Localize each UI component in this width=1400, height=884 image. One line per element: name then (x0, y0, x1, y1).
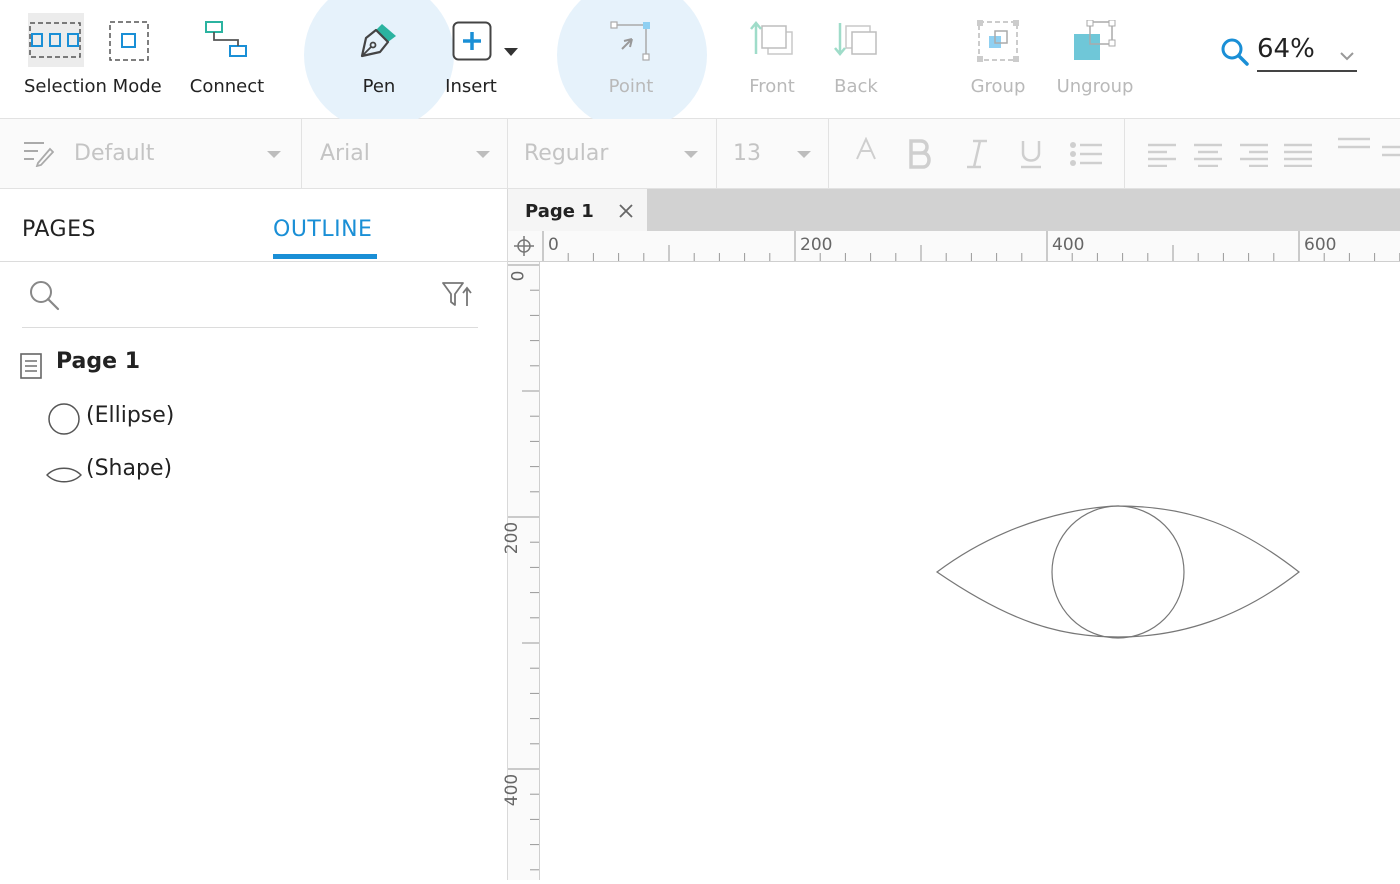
tab-outline-underline (273, 254, 377, 259)
font-chevron-down-icon (476, 151, 490, 158)
filter-sort-icon[interactable] (442, 281, 474, 313)
tab-outline[interactable]: OUTLINE (273, 217, 372, 242)
insert-dropdown-caret-icon[interactable] (504, 48, 518, 56)
selection-mode-button[interactable]: Selection Mode (14, 0, 174, 118)
zoom-field[interactable]: 64% (1257, 34, 1357, 72)
font-color-icon[interactable] (855, 136, 877, 167)
point-button[interactable]: Point (592, 0, 670, 118)
ruler-h-label: 0 (548, 235, 559, 255)
text-format-group (829, 119, 1125, 188)
ruler-h-label: 600 (1304, 235, 1337, 255)
selection-mode-label: Selection Mode (24, 76, 162, 97)
ruler-v-label: 400 (502, 773, 523, 807)
bring-to-front-icon (750, 20, 796, 64)
ruler-v-label-wrap: 400 (496, 774, 546, 806)
ungroup-button[interactable]: Ungroup (1052, 0, 1138, 118)
send-to-back-icon (834, 20, 880, 64)
pen-label: Pen (362, 76, 396, 97)
font-select-value: Arial (320, 141, 370, 166)
shape-icon (46, 464, 82, 489)
insert-icon (452, 21, 492, 65)
ellipse-icon (47, 403, 81, 443)
tab-divider (0, 261, 507, 262)
page-tab[interactable]: Page 1 (508, 189, 647, 231)
alignment-group (1125, 119, 1400, 188)
weight-select[interactable]: Regular (508, 119, 717, 188)
align-middle-icon[interactable] (1381, 145, 1400, 165)
bullet-list-icon[interactable] (1069, 141, 1103, 171)
insert-label: Insert (445, 76, 497, 97)
point-label: Point (608, 76, 654, 97)
ungroup-label: Ungroup (1056, 76, 1134, 97)
text-style-icon (22, 139, 55, 171)
eye-ellipse[interactable] (1051, 505, 1185, 639)
group-button[interactable]: Group (962, 0, 1034, 118)
italic-icon[interactable] (965, 139, 989, 173)
ruler-v-label: 200 (502, 521, 523, 555)
pen-button[interactable]: Pen (340, 0, 418, 118)
underline-icon[interactable] (1019, 139, 1043, 173)
back-label: Back (834, 76, 878, 97)
left-panel: PAGES OUTLINE Page 1 (Ellipse) (Shape) (0, 189, 508, 880)
ruler-v-label-wrap: 200 (496, 522, 546, 554)
format-bar: Default Arial Regular 13 (0, 119, 1400, 189)
font-size-value: 13 (733, 141, 761, 166)
connect-icon (204, 20, 248, 64)
insert-button[interactable]: Insert (436, 0, 518, 118)
eye-shape[interactable] (935, 505, 1300, 638)
pen-icon (356, 20, 400, 66)
horizontal-ruler: 0 200 400 600 (540, 231, 1400, 262)
group-icon (977, 20, 1019, 66)
point-icon (610, 21, 652, 67)
connect-button[interactable]: Connect (188, 0, 266, 118)
page-icon (20, 353, 42, 385)
font-select[interactable]: Arial (302, 119, 508, 188)
close-icon[interactable] (619, 203, 633, 222)
back-button[interactable]: Back (826, 0, 886, 118)
ungroup-icon (1072, 19, 1116, 66)
front-button[interactable]: Front (740, 0, 804, 118)
connect-label: Connect (189, 76, 265, 97)
align-right-icon[interactable] (1239, 143, 1269, 171)
search-icon (28, 279, 60, 315)
style-select[interactable]: Default (0, 119, 302, 188)
zoom-value: 64% (1257, 34, 1315, 64)
zoom-search-icon[interactable] (1220, 37, 1250, 71)
weight-select-value: Regular (524, 141, 609, 166)
page-tab-label: Page 1 (525, 201, 594, 222)
style-select-value: Default (74, 141, 155, 166)
ruler-origin[interactable] (508, 231, 541, 262)
horizontal-ruler-ticks (542, 231, 1400, 261)
group-label: Group (970, 76, 1026, 97)
tab-pages[interactable]: PAGES (22, 217, 96, 242)
crosshair-icon (513, 235, 535, 261)
ruler-h-label: 200 (800, 235, 833, 255)
canvas-drawing (935, 505, 1300, 639)
style-chevron-down-icon (267, 151, 281, 158)
design-canvas[interactable] (540, 262, 1400, 880)
selection-mode-icon (28, 13, 84, 67)
font-size-chevron-down-icon (797, 151, 811, 158)
ruler-v-label-wrap: 0 (508, 264, 535, 288)
tree-item-label: Page 1 (56, 349, 141, 374)
align-left-icon[interactable] (1147, 143, 1177, 171)
tree-item-label: (Ellipse) (86, 403, 175, 428)
single-select-icon[interactable] (108, 20, 150, 66)
front-label: Front (749, 76, 795, 97)
ruler-h-label: 400 (1052, 235, 1085, 255)
outline-search[interactable] (22, 277, 478, 328)
align-top-icon[interactable] (1337, 137, 1371, 157)
weight-chevron-down-icon (684, 151, 698, 158)
bold-icon[interactable] (907, 139, 933, 173)
main-toolbar: Selection Mode Connect Pen Insert Point … (0, 0, 1400, 130)
align-center-icon[interactable] (1193, 143, 1223, 171)
font-size-select[interactable]: 13 (717, 119, 829, 188)
tree-item-label: (Shape) (86, 456, 173, 481)
vertical-ruler: 0 200 400 (502, 262, 540, 880)
ruler-v-label: 0 (508, 270, 529, 282)
zoom-chevron-down-icon[interactable] (1339, 46, 1355, 65)
align-justify-icon[interactable] (1283, 143, 1313, 171)
